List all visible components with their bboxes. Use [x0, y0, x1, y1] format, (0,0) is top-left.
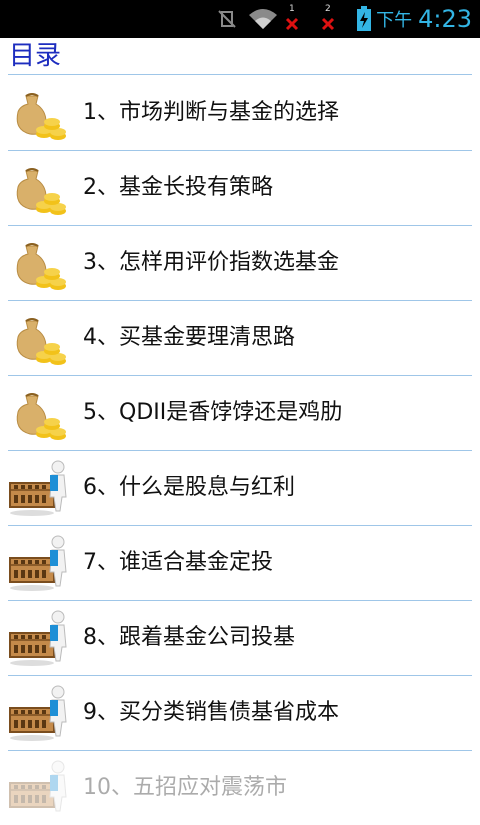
abacus-figure-icon: [8, 457, 70, 519]
title-divider: [8, 74, 472, 75]
list-item-title: 6、什么是股息与红利: [83, 475, 295, 500]
list-item[interactable]: 5、QDII是香饽饽还是鸡肋: [8, 376, 472, 451]
money-bag-coins-icon: [8, 157, 70, 219]
money-bag-coins-icon: [8, 82, 70, 144]
list-item[interactable]: 3、怎样用评价指数选基金: [8, 226, 472, 301]
list-item[interactable]: 1、市场判断与基金的选择: [8, 76, 472, 151]
list-item-title: 5、QDII是香饽饽还是鸡肋: [83, 400, 343, 425]
article-list: 1、市场判断与基金的选择 2、基金长投有策略 3、怎样用评价指数选基金 4、买基…: [0, 76, 480, 825]
sim1-no-signal-icon: 1: [282, 0, 302, 38]
sim2-number: 2: [325, 4, 331, 14]
list-item[interactable]: 2、基金长投有策略: [8, 151, 472, 226]
page-title: 目录: [9, 41, 62, 71]
list-item[interactable]: 6、什么是股息与红利: [8, 451, 472, 526]
list-item-title: 1、市场判断与基金的选择: [83, 100, 339, 125]
list-item-title: 4、买基金要理清思路: [83, 325, 295, 350]
money-bag-coins-icon: [8, 232, 70, 294]
status-clock: 下午 4:23: [376, 0, 472, 38]
status-bar: 1 2 下午 4:23: [0, 0, 480, 38]
money-bag-coins-icon: [8, 307, 70, 369]
list-item-title: 2、基金长投有策略: [83, 175, 273, 200]
sim1-number: 1: [289, 4, 295, 14]
list-item[interactable]: 8、跟着基金公司投基: [8, 601, 472, 676]
list-item-title: 8、跟着基金公司投基: [83, 625, 295, 650]
list-item[interactable]: 10、五招应对震荡市: [8, 751, 472, 825]
title-bar: 目录: [0, 38, 480, 75]
list-item-title: 10、五招应对震荡市: [83, 775, 287, 800]
list-item[interactable]: 4、买基金要理清思路: [8, 301, 472, 376]
wifi-icon: [246, 0, 280, 38]
battery-charging-icon: [354, 0, 374, 38]
list-item-title: 7、谁适合基金定投: [83, 550, 273, 575]
abacus-figure-icon: [8, 532, 70, 594]
abacus-figure-icon: [8, 757, 70, 819]
list-item-title: 9、买分类销售债基省成本: [83, 700, 339, 725]
vibrate-muted-icon: [214, 0, 240, 38]
sim2-no-signal-icon: 2: [318, 0, 338, 38]
status-time: 4:23: [418, 5, 472, 33]
abacus-figure-icon: [8, 682, 70, 744]
status-ampm: 下午: [376, 10, 413, 31]
money-bag-coins-icon: [8, 382, 70, 444]
list-item-title: 3、怎样用评价指数选基金: [83, 250, 339, 275]
list-item[interactable]: 7、谁适合基金定投: [8, 526, 472, 601]
list-item[interactable]: 9、买分类销售债基省成本: [8, 676, 472, 751]
abacus-figure-icon: [8, 607, 70, 669]
